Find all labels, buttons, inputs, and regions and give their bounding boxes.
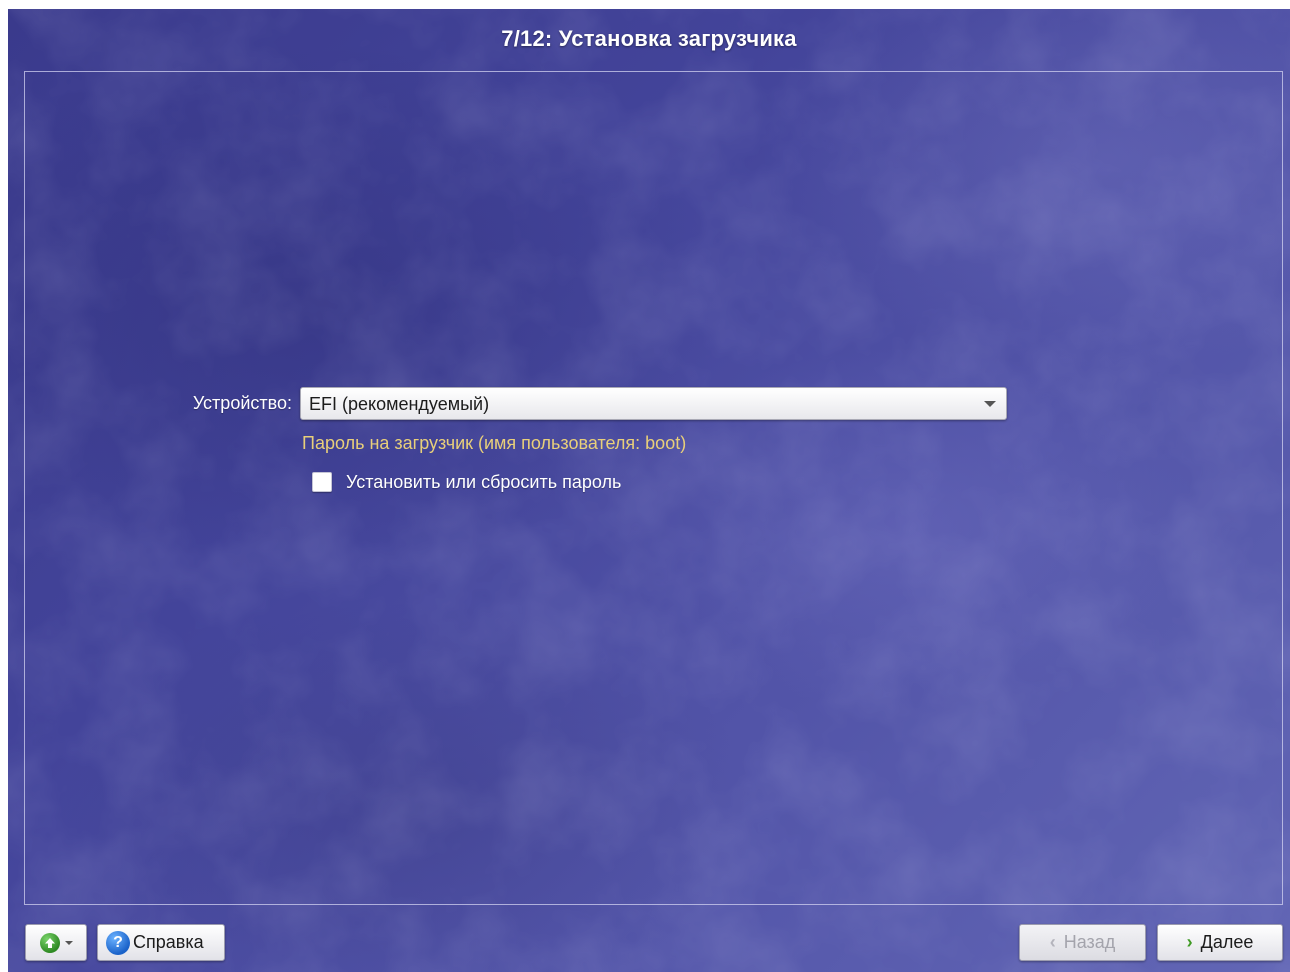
help-button[interactable]: ? Справка	[97, 924, 225, 961]
set-password-checkbox[interactable]	[312, 472, 332, 492]
next-button[interactable]: › Далее	[1157, 924, 1283, 961]
menu-button[interactable]	[25, 924, 87, 961]
help-button-label: Справка	[133, 932, 204, 952]
device-select-value: EFI (рекомендуемый)	[309, 394, 490, 414]
back-button-label: Назад	[1063, 932, 1116, 952]
window-title: 7/12: Установка загрузчика	[501, 26, 797, 51]
chevron-right-icon: ›	[1186, 932, 1193, 952]
password-hint: Пароль на загрузчик (имя пользователя: b…	[302, 433, 687, 453]
device-select[interactable]: EFI (рекомендуемый)	[300, 387, 1007, 420]
question-mark-icon: ?	[106, 930, 130, 955]
next-button-label: Далее	[1200, 932, 1254, 952]
device-label: Устройство:	[192, 393, 292, 413]
installer-window: 7/12: Установка загрузчика Устройство: E…	[8, 9, 1290, 972]
green-up-arrow-icon	[39, 932, 60, 953]
content-panel	[24, 71, 1283, 905]
caret-down-icon	[64, 940, 73, 945]
set-password-option[interactable]: Установить или сбросить пароль	[312, 469, 621, 495]
set-password-label: Установить или сбросить пароль	[346, 471, 622, 492]
back-button[interactable]: ‹ Назад	[1019, 924, 1146, 961]
chevron-left-icon: ‹	[1049, 932, 1056, 952]
chevron-down-icon	[984, 401, 996, 407]
